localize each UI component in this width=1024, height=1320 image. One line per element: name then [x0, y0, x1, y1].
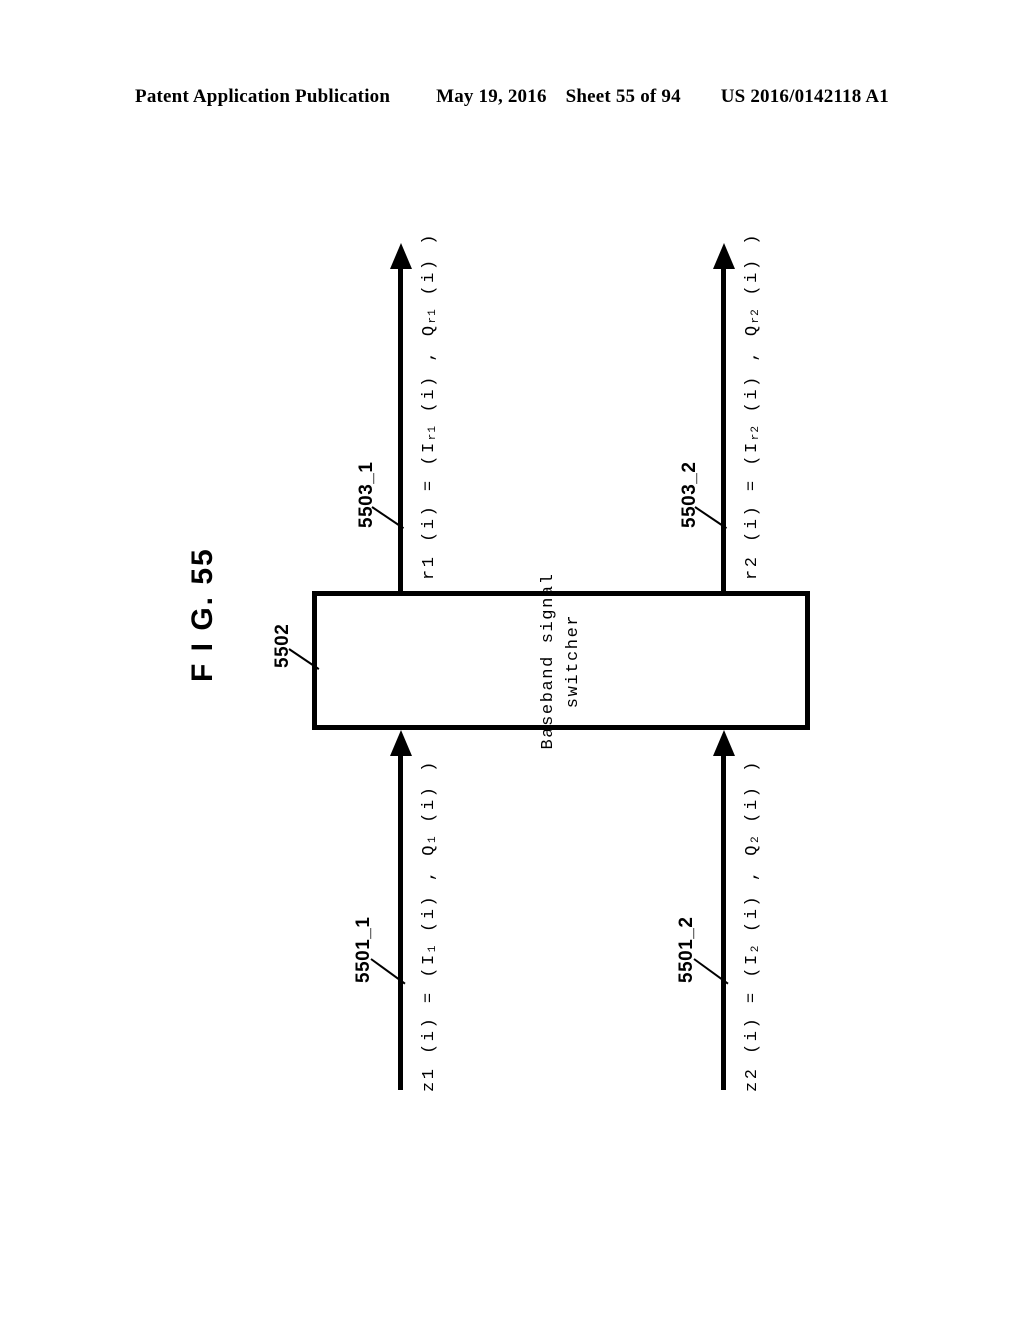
input-signal-2-tail: (i) ): [743, 759, 762, 836]
output-signal-2-base: r2 (i) = (I: [743, 440, 762, 580]
output-signal-1-sub1: r1: [427, 425, 439, 441]
block-label-line-1: Baseband signal: [539, 571, 558, 750]
baseband-signal-switcher-block[interactable]: Baseband signal switcher: [312, 572, 810, 749]
input-arrow-2-shaft: [721, 753, 726, 1090]
ref-numeral-5501-1: 5501_1: [353, 916, 374, 983]
output-signal-1-sub2: r1: [427, 308, 439, 324]
ref-numeral-5503-2: 5503_2: [679, 461, 700, 528]
block-label-line-2: switcher: [564, 613, 583, 708]
header-patent-number: US 2016/0142118 A1: [720, 86, 889, 107]
block-label: Baseband signal switcher: [536, 572, 586, 749]
input-signal-1-label: z1 (i) = (I1 (i) , Q1 (i) ): [420, 759, 439, 1092]
input-signal-2-label: z2 (i) = (I2 (i) , Q2 (i) ): [743, 759, 762, 1092]
ref-numeral-5501-2: 5501_2: [676, 916, 697, 983]
output-signal-2-tail: (i) ): [743, 232, 762, 309]
output-signal-2-label: r2 (i) = (Ir2 (i) , Qr2 (i) ): [743, 232, 762, 580]
input-arrow-1-shaft: [398, 753, 403, 1090]
page-header: Patent Application Publication May 19, 2…: [0, 86, 1024, 108]
input-signal-2-mid: (i) , Q: [743, 843, 762, 945]
ref-numeral-5502: 5502: [272, 623, 293, 668]
header-sheet: Sheet 55 of 94: [565, 86, 681, 107]
output-signal-2-sub2: r2: [750, 308, 762, 324]
output-signal-1-tail: (i) ): [420, 232, 439, 309]
header-publication: Patent Application Publication: [135, 86, 391, 107]
input-signal-1-mid: (i) , Q: [420, 843, 439, 945]
input-signal-1-sub1: 1: [427, 944, 439, 953]
input-signal-2-base: z2 (i) = (I: [743, 952, 762, 1092]
figure-label: F I G. 55: [186, 547, 219, 682]
output-signal-1-mid: (i) , Q: [420, 323, 439, 426]
header-date: May 19, 2016: [436, 86, 547, 107]
input-signal-1-base: z1 (i) = (I: [420, 952, 439, 1092]
output-signal-1-base: r1 (i) = (I: [420, 440, 439, 580]
output-signal-1-label: r1 (i) = (Ir1 (i) , Qr1 (i) ): [420, 232, 439, 580]
input-signal-2-sub1: 2: [750, 944, 762, 953]
output-signal-2-sub1: r2: [750, 425, 762, 441]
output-arrow-2-shaft: [721, 266, 726, 592]
input-signal-2-sub2: 2: [750, 835, 762, 844]
input-signal-1-sub2: 1: [427, 835, 439, 844]
output-signal-2-mid: (i) , Q: [743, 323, 762, 426]
output-arrow-1-shaft: [398, 266, 403, 592]
input-signal-1-tail: (i) ): [420, 759, 439, 836]
ref-numeral-5503-1: 5503_1: [356, 461, 377, 528]
